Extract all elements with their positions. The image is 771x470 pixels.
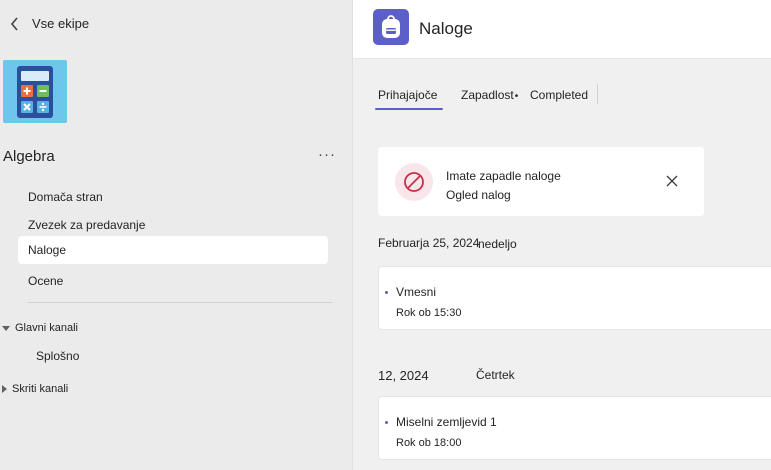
section-label: Glavni kanali [15,322,78,334]
back-to-all-teams-button[interactable]: Vse ekipe [10,16,89,31]
assignment-title: Miselni zemljevid 1 [396,415,497,429]
date-group-header: 12, 2024 Četrtek [378,368,771,384]
tab-badge: • [514,91,519,102]
assignment-card[interactable]: Miselni zemljevid 1 Rok ob 18:00 [378,396,771,460]
tabs-separator [597,84,598,104]
team-avatar [3,60,67,123]
group-date: 12, 2024 [378,368,429,383]
overdue-banner: Imate zapadle naloge Ogled nalog [378,147,704,216]
tab-upcoming[interactable]: Prihajajoče [374,88,444,110]
tab-bar: Prihajajoče Zapadlost• Completed [353,80,771,110]
calculator-icon [17,66,53,118]
tab-past-due[interactable]: Zapadlost• [461,88,518,102]
caret-right-icon [2,385,7,393]
assignment-title: Vmesni [396,285,437,299]
section-main-channels[interactable]: Glavni kanali [2,322,78,334]
backpack-icon [373,9,409,45]
tab-label: Zapadlost [461,88,514,102]
pane-divider [352,0,353,470]
assignment-due: Rok ob 18:00 [396,437,462,449]
team-name: Algebra [3,148,55,165]
nav-item-grades[interactable]: Ocene [18,267,328,295]
bullet-dot-icon [385,291,388,294]
date-group-header: Februarja 25, 2024 nedeljo [378,236,771,252]
section-label: Skriti kanali [12,383,69,395]
app-header: Naloge [353,0,771,59]
nav-item-assignments[interactable]: Naloge [18,236,328,264]
more-options-button[interactable]: ··· [318,146,336,163]
group-day: Četrtek [476,368,515,382]
nav-item-home[interactable]: Domača stran [18,183,328,211]
assignment-due: Rok ob 15:30 [396,307,462,319]
close-icon[interactable] [665,174,679,188]
back-label: Vse ekipe [32,16,90,31]
assignment-card[interactable]: Vmesni Rok ob 15:30 [378,266,771,330]
chevron-left-icon [10,16,18,31]
bullet-dot-icon [385,421,388,424]
channel-general[interactable]: Splošno [36,349,79,363]
blocked-icon [395,163,433,201]
group-day: nedeljo [478,237,517,251]
group-date: Februarja 25, 2024 [378,236,480,250]
tab-completed[interactable]: Completed [530,88,588,102]
banner-title: Imate zapadle naloge [446,169,561,183]
nav-item-class-notebook[interactable]: Zvezek za predavanje [18,211,328,239]
section-hidden-channels[interactable]: Skriti kanali [2,383,68,395]
view-assignments-link[interactable]: Ogled nalog [446,188,511,202]
caret-down-icon [2,325,10,331]
sidebar-divider [28,302,332,303]
page-title: Naloge [419,19,473,38]
sidebar: Vse ekipe Algebra ··· Domača stran Zveze… [0,0,352,470]
